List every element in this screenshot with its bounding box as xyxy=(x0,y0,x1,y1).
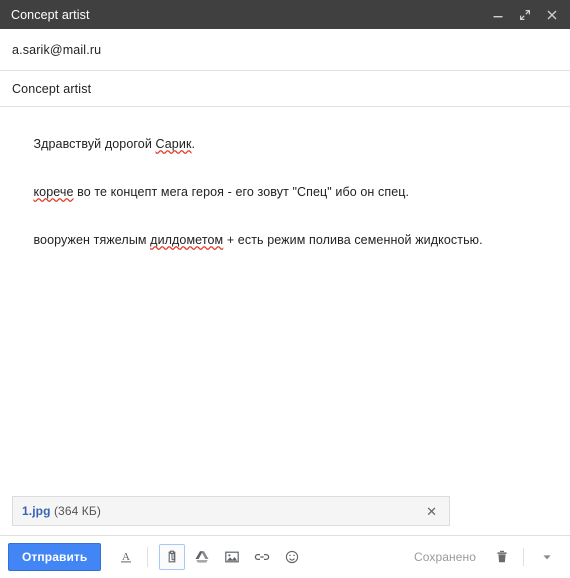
google-drive-icon[interactable] xyxy=(189,544,215,570)
message-body[interactable]: Здравствуй дорогой Сарик. корече во те к… xyxy=(0,107,570,496)
expand-icon[interactable] xyxy=(518,8,532,22)
body-line-2-text: во те концепт мега героя - его зовут "Сп… xyxy=(73,185,410,199)
body-line-1-text-a: Здравствуй дорогой xyxy=(33,137,156,151)
body-line-3-text-b: + есть режим полива семенной жидкостью. xyxy=(223,233,483,247)
attachment-filename[interactable]: 1.jpg xyxy=(22,504,51,518)
saved-status: Сохранено xyxy=(413,550,476,564)
compose-title-bar[interactable]: Concept artist xyxy=(0,0,570,29)
window-controls xyxy=(491,8,559,22)
body-line-3-text-a: вооружен тяжелым xyxy=(33,233,151,247)
compose-window: Concept artist a.sarik@mail.ru Concept a… xyxy=(0,0,570,578)
body-line-1: Здравствуй дорогой Сарик. xyxy=(12,120,558,168)
misspelled-word-dildometom[interactable]: дилдометом xyxy=(150,233,223,247)
format-text-icon[interactable]: A xyxy=(113,544,139,570)
chevron-down-icon[interactable] xyxy=(534,544,560,570)
subject-input[interactable]: Concept artist xyxy=(12,82,91,96)
attachment-area: 1.jpg (364 КБ) ✕ xyxy=(0,496,570,535)
misspelled-word-koreche[interactable]: корече xyxy=(33,185,73,199)
attachment-size: (364 КБ) xyxy=(53,504,101,518)
subject-field-row[interactable]: Concept artist xyxy=(0,71,570,107)
body-line-2: корече во те концепт мега героя - его зо… xyxy=(12,168,558,216)
body-line-1-text-b: . xyxy=(191,137,196,151)
misspelled-word-sarik[interactable]: Сарик xyxy=(155,137,191,151)
insert-photo-icon[interactable] xyxy=(219,544,245,570)
insert-link-icon[interactable] xyxy=(249,544,275,570)
attachment-remove-icon[interactable]: ✕ xyxy=(423,503,440,520)
toolbar-divider xyxy=(147,547,149,567)
compose-title: Concept artist xyxy=(11,7,90,22)
body-line-3: вооружен тяжелым дилдометом + есть режим… xyxy=(12,216,558,264)
minimize-icon[interactable] xyxy=(491,8,505,22)
compose-toolbar: Отправить A Сохранено xyxy=(0,535,570,578)
attachment-chip[interactable]: 1.jpg (364 КБ) ✕ xyxy=(12,496,450,526)
toolbar-divider-right xyxy=(523,548,524,566)
svg-text:A: A xyxy=(122,551,130,563)
insert-emoji-icon[interactable] xyxy=(279,544,305,570)
trash-icon[interactable] xyxy=(489,544,515,570)
recipient-input[interactable]: a.sarik@mail.ru xyxy=(12,43,101,57)
recipient-field-row[interactable]: a.sarik@mail.ru xyxy=(0,29,570,71)
send-button[interactable]: Отправить xyxy=(8,543,102,571)
attach-file-icon[interactable] xyxy=(159,544,186,570)
attachment-info: 1.jpg (364 КБ) xyxy=(22,504,101,518)
close-icon[interactable] xyxy=(545,8,559,22)
